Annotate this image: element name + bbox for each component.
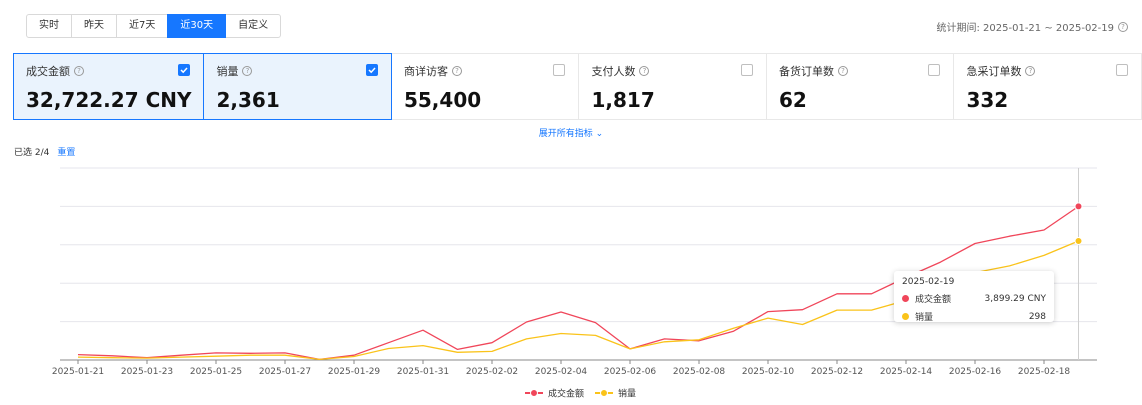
expand-all-metrics[interactable]: 展开所有指标 ⌄ [0, 126, 1142, 139]
metric-label: 成交金额 [26, 65, 70, 78]
range-button[interactable]: 实时 [26, 14, 72, 38]
x-axis-ticks: 2025-01-21 2025-01-23 2025-01-25 2025-01-27… [52, 360, 1071, 377]
metric-label-row: 备货订单数? [779, 63, 942, 79]
data-point [1074, 202, 1083, 211]
metric-checkbox[interactable] [740, 64, 753, 76]
tooltip-dot-volume [902, 313, 909, 320]
metric-checkbox[interactable] [928, 64, 941, 76]
legend-swatch-dot[interactable] [600, 389, 608, 397]
range-button[interactable]: 自定义 [225, 14, 282, 38]
statistics-period: 统计期间: 2025-01-21 ~ 2025-02-19 ? [936, 19, 1128, 34]
x-tick-label: 2025-01-31 [397, 367, 449, 377]
metric-value: 332 [966, 88, 1009, 112]
tooltip-row: 销量 298 [902, 310, 1046, 323]
tooltip-date: 2025-02-19 [902, 277, 955, 287]
metric-label: 支付人数 [591, 65, 636, 78]
metric-cards: 成交金额? 32,722.27 CNY 销量? 2,361 商详访客? 55,400 支付人… [13, 53, 1142, 120]
legend-label[interactable]: 成交金额 [548, 388, 584, 400]
x-tick-label: 2025-02-08 [673, 367, 726, 377]
x-tick-label: 2025-02-04 [535, 367, 588, 377]
metric-checkbox[interactable] [553, 64, 566, 76]
expand-all-metrics-label[interactable]: 展开所有指标 [539, 129, 593, 139]
tooltip-series-name: 成交金额 [915, 295, 952, 305]
data-point [1074, 236, 1083, 245]
x-tick-label: 2025-02-06 [604, 367, 657, 377]
help-icon[interactable]: ? [1025, 66, 1036, 76]
x-tick-label: 2025-01-21 [52, 367, 104, 377]
metric-checkbox[interactable] [1115, 64, 1128, 76]
x-tick-label: 2025-01-25 [190, 367, 242, 377]
metric-card[interactable]: 备货订单数? 62 [765, 53, 955, 120]
metric-label-row: 商详访客? [404, 63, 567, 79]
metric-card[interactable]: 急采订单数? 332 [953, 53, 1142, 120]
x-tick-label: 2025-02-14 [880, 367, 933, 377]
reset-selection-link[interactable]: 重置 [57, 145, 75, 158]
x-tick-label: 2025-01-29 [328, 367, 381, 377]
metric-card[interactable]: 支付人数? 1,817 [578, 53, 767, 120]
help-icon[interactable]: ? [837, 66, 848, 76]
tooltip-series-value: 3,899.29 CNY [984, 293, 1046, 304]
x-tick-label: 2025-02-16 [949, 367, 1002, 377]
metric-label-row: 销量? [216, 63, 379, 79]
help-icon[interactable]: ? [74, 66, 84, 76]
metric-label: 备货订单数 [778, 65, 834, 78]
selected-count: 已选 2/4 [14, 148, 50, 158]
legend-label[interactable]: 销量 [618, 388, 636, 400]
metric-value: 55,400 [403, 88, 482, 112]
x-tick-label: 2025-02-02 [466, 367, 518, 377]
metric-card[interactable]: 商详访客? 55,400 [390, 53, 580, 120]
x-tick-label: 2025-02-18 [1018, 367, 1071, 377]
checkmark-icon [368, 67, 376, 74]
range-button[interactable]: 近7天 [116, 14, 169, 38]
x-tick-label: 2025-01-23 [121, 367, 173, 377]
metric-label: 商详访客 [403, 65, 448, 78]
range-button[interactable]: 昨天 [71, 14, 117, 38]
checkmark-icon [180, 67, 189, 74]
help-icon[interactable]: ? [639, 66, 650, 76]
chart-tooltip: 2025-02-19 成交金额 3,899.29 CNY 销量 298 [894, 271, 1054, 323]
date-range-toolbar: 实时 昨天 近7天 近30天 自定义 [26, 14, 282, 38]
help-icon[interactable]: ? [451, 66, 462, 76]
x-tick-label: 2025-01-27 [259, 367, 311, 377]
metric-label: 销量 [216, 65, 239, 78]
metric-value: 62 [778, 88, 807, 112]
x-tick-label: 2025-02-12 [811, 367, 863, 377]
selection-info: 已选 2/4 重置 [14, 145, 75, 158]
tooltip-row: 成交金额 3,899.29 CNY [902, 292, 1046, 305]
metric-checkbox[interactable] [178, 64, 191, 76]
help-icon[interactable]: ? [1118, 21, 1128, 32]
metric-label-row: 成交金额? [26, 63, 191, 79]
chart-grid [60, 167, 1097, 361]
metric-value: 2,361 [216, 88, 280, 112]
metric-label: 急采订单数 [966, 65, 1022, 78]
metric-card[interactable]: 销量? 2,361 [203, 53, 392, 120]
metric-label-row: 急采订单数? [966, 63, 1129, 79]
x-tick-label: 2025-02-10 [742, 367, 795, 377]
metric-card[interactable]: 成交金额? 32,722.27 CNY [13, 53, 205, 120]
tooltip-series-value: 298 [1028, 311, 1046, 322]
tooltip-series-name: 销量 [915, 313, 934, 323]
metric-checkbox[interactable] [365, 64, 378, 76]
metric-label-row: 支付人数? [591, 63, 754, 79]
metric-value: 32,722.27 CNY [26, 88, 192, 112]
legend-swatch-dot[interactable] [530, 389, 538, 397]
tooltip-dot-amount [902, 295, 909, 302]
statistics-period-text: 统计期间: 2025-01-21 ~ 2025-02-19 [936, 23, 1114, 34]
chevron-down-icon[interactable]: ⌄ [596, 129, 604, 139]
help-icon[interactable]: ? [242, 66, 253, 76]
metric-value: 1,817 [591, 88, 655, 112]
range-button[interactable]: 近30天 [167, 14, 227, 38]
chart-legend[interactable]: 成交金额 销量 [525, 388, 636, 400]
